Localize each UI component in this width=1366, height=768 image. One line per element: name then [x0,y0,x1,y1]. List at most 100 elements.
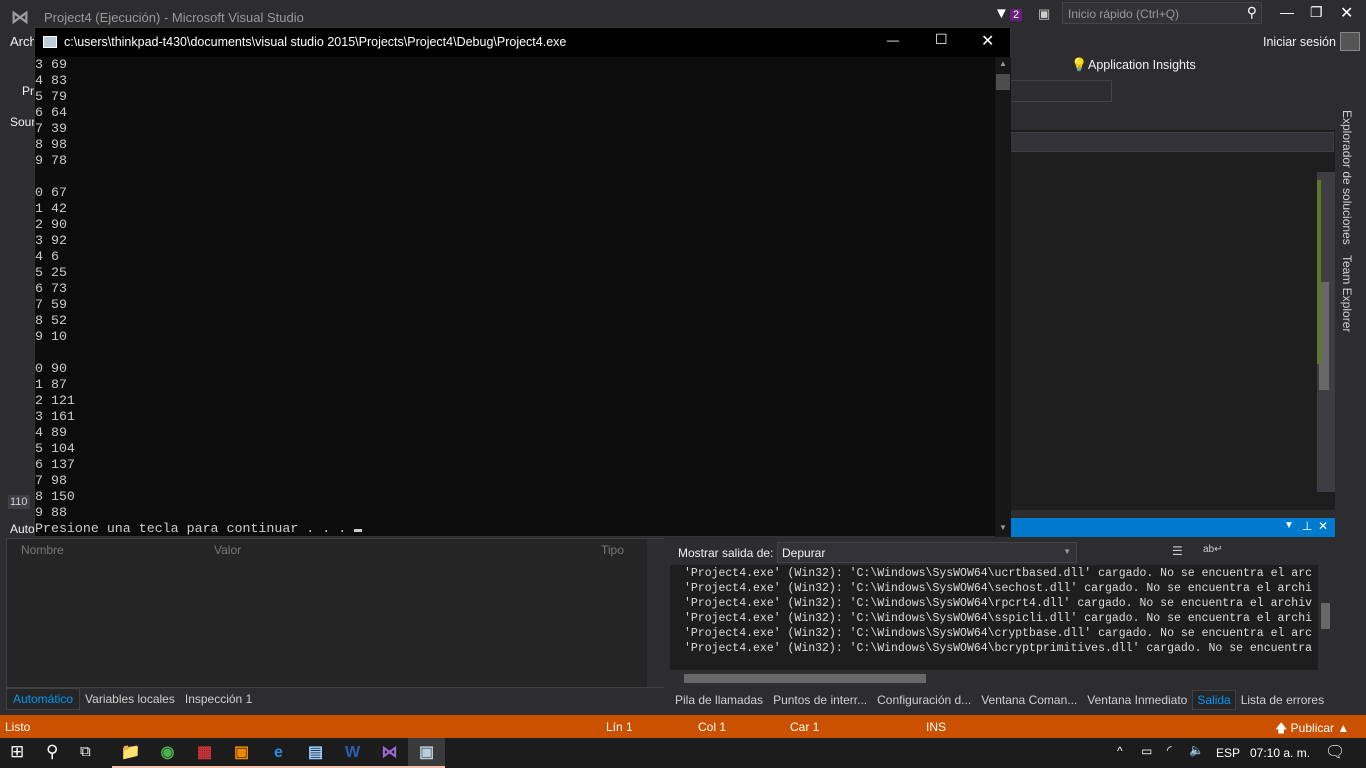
console-line: 0 90 [35,361,67,376]
output-line: 'Project4.exe' (Win32): 'C:\Windows\SysW… [684,567,1313,580]
notifications-icon[interactable]: ▼ [994,5,1009,22]
search-icon: ⚲ [1246,4,1257,20]
task-view-icon[interactable]: ⧉ [80,743,91,760]
arrow-up-icon: 🡅 [1275,721,1291,735]
windows-start-icon[interactable]: ⊞ [10,742,24,762]
menu-archivo[interactable]: Arch [10,34,37,49]
word-wrap-icon[interactable]: ab↵ [1203,544,1223,555]
language-indicator[interactable]: ESP [1216,746,1240,760]
vs-logo-icon: ⋈ [11,7,29,27]
taskbar: ⊞ ⚲ ⧉ 📁 ◉ ▦ ▣ e ▤ W ⋈ ▣ ^ ▭ ◜ 🔈 ESP 07:10 a. m. … [0,738,1366,768]
editor-nav-dropdown[interactable] [1010,132,1334,152]
clock[interactable]: 07:10 a. m. [1250,746,1310,760]
sign-in-link[interactable]: Iniciar sesión [1263,35,1336,49]
column-tipo[interactable]: Tipo [601,543,624,557]
lightbulb-icon: 💡 [1071,57,1088,72]
panel-menu-icon[interactable]: ▼ [1284,520,1294,531]
console-output[interactable]: 3 69 4 83 5 79 6 64 7 39 8 98 9 78 0 67 1 42 2 90… [35,57,995,537]
console-cursor [354,529,363,532]
console-line: 6 137 [35,457,75,472]
minimize-button[interactable]: — [1280,4,1294,20]
publish-button[interactable]: 🡅 Publicar ▲ [1275,719,1349,740]
tab-ventana-inmediato[interactable]: Ventana Inmediato [1082,690,1192,710]
console-line: 5 25 [35,265,67,280]
zoom-level[interactable]: 110 [8,495,30,509]
editor-scrollbar[interactable] [1317,172,1335,492]
autos-title: Auto [10,522,35,536]
close-panel-icon[interactable]: ✕ [1318,519,1328,533]
window-title: Project4 (Ejecución) - Microsoft Visual … [44,10,304,25]
volume-icon[interactable]: 🔈 [1189,743,1204,757]
source-panel-title: Sour [10,115,36,129]
console-window[interactable]: c:\users\thinkpad-t430\documents\visual … [34,27,1011,537]
chrome-taskbar-icon[interactable]: ◉ [149,738,186,768]
app-fm-taskbar-icon[interactable]: ▣ [223,738,260,768]
search-icon[interactable]: ⚲ [46,742,58,762]
console-line: 9 10 [35,329,67,344]
show-output-label: Mostrar salida de: [678,546,774,560]
column-valor[interactable]: Valor [214,543,241,557]
word-taskbar-icon[interactable]: W [334,738,371,768]
avatar[interactable] [1340,32,1360,51]
tab-inspeccion-1[interactable]: Inspección 1 [180,688,257,710]
console-line: 7 59 [35,297,67,312]
tab-lista-de-errores[interactable]: Lista de errores [1236,690,1329,710]
output-hscrollbar[interactable] [670,670,1320,687]
config-dropdown[interactable] [1010,80,1112,102]
side-tab-solution-explorer[interactable]: Explorador de soluciones [1340,110,1354,245]
console-maximize-button[interactable]: ☐ [935,31,948,48]
tab-ventana-comandos[interactable]: Ventana Coman... [976,690,1082,710]
console-line: 2 90 [35,217,67,232]
side-tab-team-explorer[interactable]: Team Explorer [1340,255,1354,332]
visual-studio-taskbar-icon[interactable]: ⋈ [371,738,408,768]
console-title-bar[interactable]: c:\users\thinkpad-t430\documents\visual … [35,28,1010,57]
output-source-select[interactable]: Depurar ▼ [777,542,1077,563]
console-line: 3 69 [35,57,67,72]
edge-taskbar-icon[interactable]: e [260,738,297,768]
output-line: 'Project4.exe' (Win32): 'C:\Windows\SysW… [684,612,1313,625]
tray-chevron-icon[interactable]: ^ [1117,744,1123,758]
notepad-taskbar-icon[interactable]: ▤ [297,738,334,768]
console-line: 4 89 [35,425,67,440]
pin-icon[interactable]: ⊥ [1302,519,1312,533]
restore-button[interactable]: ❐ [1310,4,1323,21]
application-insights-button[interactable]: Application Insights [1088,58,1196,72]
console-taskbar-icon[interactable]: ▣ [408,738,445,768]
console-scrollbar[interactable]: ▲ ▼ [995,57,1011,537]
tab-pila-de-llamadas[interactable]: Pila de llamadas [670,690,768,710]
output-text[interactable]: 'Project4.exe' (Win32): 'C:\Windows\SysW… [670,565,1320,670]
feedback-icon[interactable]: ▣ [1038,6,1050,22]
tab-salida[interactable]: Salida [1192,690,1236,710]
console-line: 7 98 [35,473,67,488]
tab-variables-locales[interactable]: Variables locales [80,688,180,710]
action-center-icon[interactable]: 🗨 [1325,742,1345,762]
console-line: 4 6 [35,249,59,264]
output-panel: ▼ ⊥ ✕ Mostrar salida de: Depurar ▼ ☰ ab↵ … [670,518,1335,713]
console-line: 5 79 [35,89,67,104]
clear-all-icon[interactable]: ☰ [1172,544,1183,558]
quick-launch-input[interactable]: Inicio rápido (Ctrl+Q) ⚲ [1062,2,1262,24]
console-line: 7 39 [35,121,67,136]
wifi-icon[interactable]: ◜ [1167,743,1172,757]
close-button[interactable]: ✕ [1340,3,1353,23]
tab-automatico[interactable]: Automático [6,688,81,710]
console-close-button[interactable]: ✕ [981,31,994,51]
console-minimize-button[interactable]: — [887,33,899,47]
notifications-badge[interactable]: 2 [1010,9,1023,21]
file-explorer-taskbar-icon[interactable]: 📁 [112,738,149,768]
column-nombre[interactable]: Nombre [21,543,64,557]
output-vscrollbar[interactable] [1318,565,1335,670]
console-line: 6 73 [35,281,67,296]
toolbar-partial: Pr [22,84,34,98]
battery-icon[interactable]: ▭ [1141,744,1152,758]
app-2018-taskbar-icon[interactable]: ▦ [186,738,223,768]
output-line: 'Project4.exe' (Win32): 'C:\Windows\SysW… [684,627,1313,640]
console-line: 8 52 [35,313,67,328]
tab-puntos-de-interrupcion[interactable]: Puntos de interr... [768,690,872,710]
console-line: 3 161 [35,409,75,424]
autos-scrollbar[interactable] [647,539,664,687]
console-line: 0 67 [35,185,67,200]
console-line: Presione una tecla para continuar . . . [35,521,995,537]
tab-configuracion[interactable]: Configuración d... [872,690,976,710]
